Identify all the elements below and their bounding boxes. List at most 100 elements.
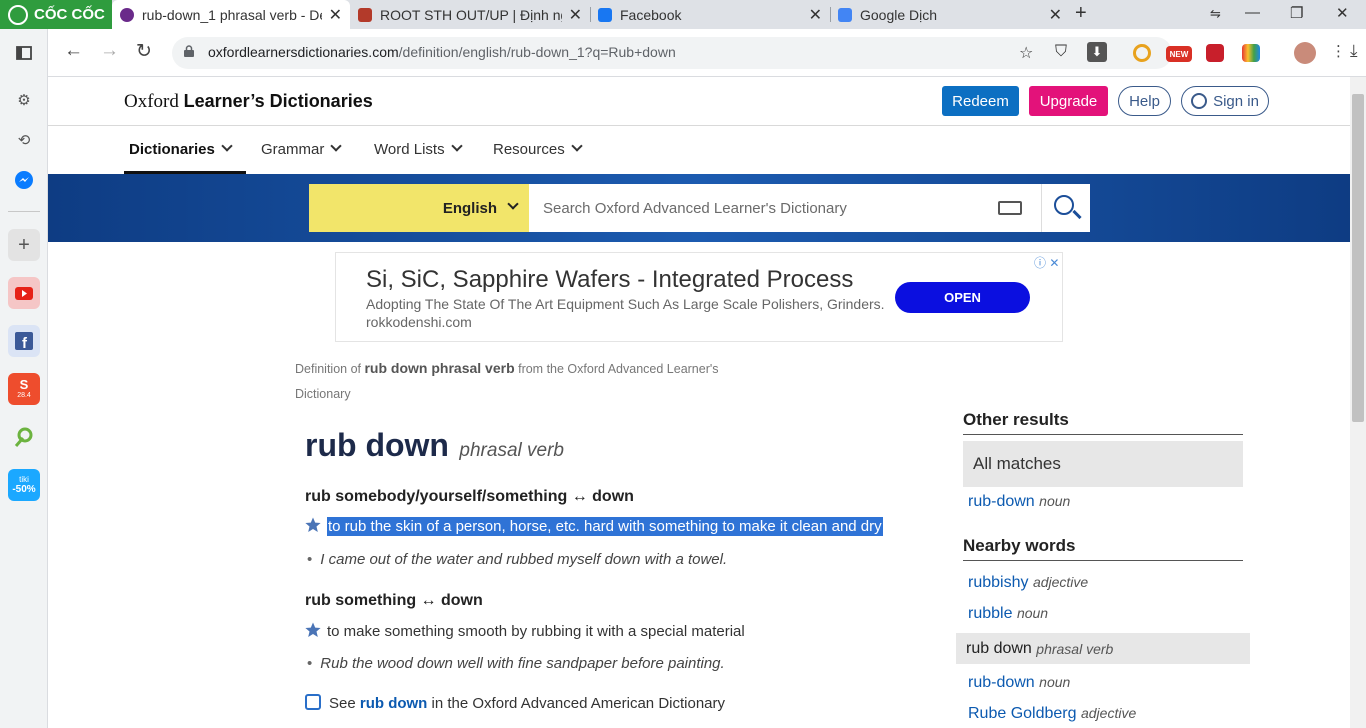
coccoc-extension-icon[interactable]: [1133, 44, 1151, 62]
new-tab-icon[interactable]: +: [1075, 2, 1087, 25]
menu-dictionaries[interactable]: Dictionaries: [129, 140, 233, 158]
ad-banner[interactable]: Si, SiC, Sapphire Wafers - Integrated Pr…: [335, 252, 1063, 342]
reload-icon[interactable]: ↻: [136, 40, 152, 63]
header-divider: [48, 125, 1350, 126]
nearby-word-item[interactable]: rubbishy adjective: [968, 574, 1088, 592]
address-bar[interactable]: oxfordlearnersdictionaries.com/definitio…: [172, 37, 1172, 69]
nearby-word: rubbishy: [968, 574, 1029, 591]
youtube-icon[interactable]: [8, 277, 40, 309]
nearby-words-title: Nearby words: [963, 536, 1076, 555]
red-extension-icon[interactable]: [1206, 44, 1224, 62]
new-badge-extension-icon[interactable]: NEW: [1166, 46, 1192, 62]
tiki-icon[interactable]: tiki -50%: [8, 469, 40, 501]
definition-source: Definition of rub down phrasal verb from…: [295, 356, 755, 407]
shopee-icon[interactable]: S 28.4: [8, 373, 40, 405]
facebook-icon[interactable]: f: [8, 325, 40, 357]
close-tab-icon[interactable]: ✕: [329, 5, 342, 25]
scrollbar-thumb[interactable]: [1352, 94, 1364, 422]
close-tab-icon[interactable]: ✕: [1049, 5, 1062, 25]
signin-button[interactable]: Sign in: [1181, 86, 1269, 116]
leaf-icon[interactable]: [8, 421, 40, 453]
minimize-icon[interactable]: —: [1245, 4, 1260, 21]
messenger-icon[interactable]: [8, 164, 40, 196]
tab-rub-down[interactable]: rub-down_1 phrasal verb - De ✕: [112, 0, 350, 29]
google-translate-favicon-icon: [838, 7, 852, 22]
external-link-icon: [305, 694, 321, 710]
example-sentence: • Rub the wood down well with fine sandpa…: [307, 655, 725, 672]
coccoc-brand[interactable]: CỐC CỐC: [0, 0, 112, 29]
tiki-badge-name: tiki: [19, 475, 29, 484]
help-button[interactable]: Help: [1118, 86, 1171, 116]
other-result-item[interactable]: rub-down noun: [968, 493, 1070, 511]
headword: rub down: [305, 427, 449, 463]
nearby-pos: adjective: [1080, 705, 1137, 721]
back-icon[interactable]: ←: [64, 40, 83, 62]
search-button[interactable]: [1041, 184, 1090, 232]
settings-icon[interactable]: ⚙: [8, 84, 40, 116]
url-path: /definition/english/rub-down_1?q=Rub+dow…: [398, 44, 676, 60]
url-text: oxfordlearnersdictionaries.com/definitio…: [208, 44, 676, 60]
history-icon[interactable]: ⟲: [8, 124, 40, 156]
nearby-pos: noun: [1016, 605, 1049, 621]
ad-url[interactable]: rokkodenshi.com: [366, 314, 472, 330]
bookmark-star-icon[interactable]: ☆: [1019, 43, 1033, 63]
source-prefix: Definition of: [295, 362, 365, 376]
site-logo[interactable]: Oxford Learner’s Dictionaries: [124, 91, 373, 113]
sense-pattern: rub something ↔ down: [305, 592, 483, 609]
sense-definition: to make something smooth by rubbing it w…: [305, 622, 745, 640]
avatar[interactable]: [1294, 42, 1316, 64]
chevron-down-icon: [450, 140, 463, 152]
download-video-icon[interactable]: ⬇: [1087, 42, 1107, 62]
forward-icon[interactable]: →: [100, 40, 119, 62]
part-of-speech: phrasal verb: [459, 440, 564, 461]
close-tab-icon[interactable]: ✕: [569, 5, 582, 25]
nearby-pos: noun: [1039, 674, 1071, 690]
all-matches-button[interactable]: All matches: [963, 441, 1243, 487]
menu-dots-icon[interactable]: ⋮: [1331, 42, 1346, 60]
tab-facebook[interactable]: Facebook ✕: [590, 0, 830, 29]
language-select[interactable]: English: [309, 184, 529, 232]
menu-resources[interactable]: Resources: [493, 140, 583, 158]
nearby-word: rubble: [968, 605, 1013, 622]
page-content: Oxford Learner’s Dictionaries Redeem Upg…: [48, 77, 1350, 728]
color-extension-icon[interactable]: [1242, 44, 1260, 62]
ad-title[interactable]: Si, SiC, Sapphire Wafers - Integrated Pr…: [366, 266, 853, 294]
browser-sidebar: ⚙ ⟲ + f S 28.4 tiki -50%: [0, 29, 48, 728]
nearby-word-item[interactable]: rubble noun: [968, 605, 1048, 623]
sense-definition: to rub the skin of a person, horse, etc.…: [305, 517, 883, 536]
menu-word-lists[interactable]: Word Lists: [374, 140, 463, 158]
nearby-word-current[interactable]: rub down phrasal verb: [956, 633, 1250, 664]
downloads-icon[interactable]: ⤓: [1350, 41, 1358, 61]
see-also-term[interactable]: rub down: [360, 695, 428, 712]
tab-strip: CỐC CỐC rub-down_1 phrasal verb - De ✕ R…: [0, 0, 1366, 29]
nearby-word-item[interactable]: Rube Goldberg adjective: [968, 705, 1136, 723]
redeem-button[interactable]: Redeem: [942, 86, 1019, 116]
nearby-word: Rube Goldberg: [968, 705, 1077, 722]
close-window-icon[interactable]: ✕: [1336, 4, 1349, 22]
ad-choices-icon[interactable]: ⓘ ✕: [1034, 254, 1059, 271]
tab-google-dich[interactable]: Google Dịch ✕: [830, 0, 1070, 29]
see-also-link[interactable]: See rub down in the Oxford Advanced Amer…: [305, 694, 725, 712]
sidebar-toggle-icon[interactable]: [8, 37, 40, 69]
bullet-icon: •: [307, 655, 313, 672]
search-icon: [1054, 195, 1074, 215]
tab-search-icon[interactable]: ⇋: [1210, 6, 1221, 22]
nearby-word-item[interactable]: rub-down noun: [968, 674, 1070, 692]
ad-open-button[interactable]: OPEN: [895, 282, 1030, 313]
shield-icon[interactable]: ⛉: [1055, 43, 1067, 61]
search-input[interactable]: [529, 184, 979, 232]
see-also-suffix: in the Oxford Advanced American Dictiona…: [427, 695, 726, 712]
lock-icon: [184, 45, 194, 57]
restore-icon[interactable]: ❐: [1290, 4, 1303, 22]
tab-root-sth-out[interactable]: ROOT STH OUT/UP | Định ngh ✕: [350, 0, 590, 29]
upgrade-button[interactable]: Upgrade: [1029, 86, 1108, 116]
add-icon[interactable]: +: [8, 229, 40, 261]
bullet-icon: •: [307, 551, 313, 568]
example-text: Rub the wood down well with fine sandpap…: [320, 655, 725, 672]
tab-title: Facebook: [620, 6, 682, 23]
nearby-pos: adjective: [1032, 574, 1089, 590]
menu-grammar[interactable]: Grammar: [261, 140, 343, 158]
keyboard-icon[interactable]: [998, 201, 1022, 215]
definition-text: to make something smooth by rubbing it w…: [327, 623, 745, 640]
close-tab-icon[interactable]: ✕: [809, 5, 822, 25]
